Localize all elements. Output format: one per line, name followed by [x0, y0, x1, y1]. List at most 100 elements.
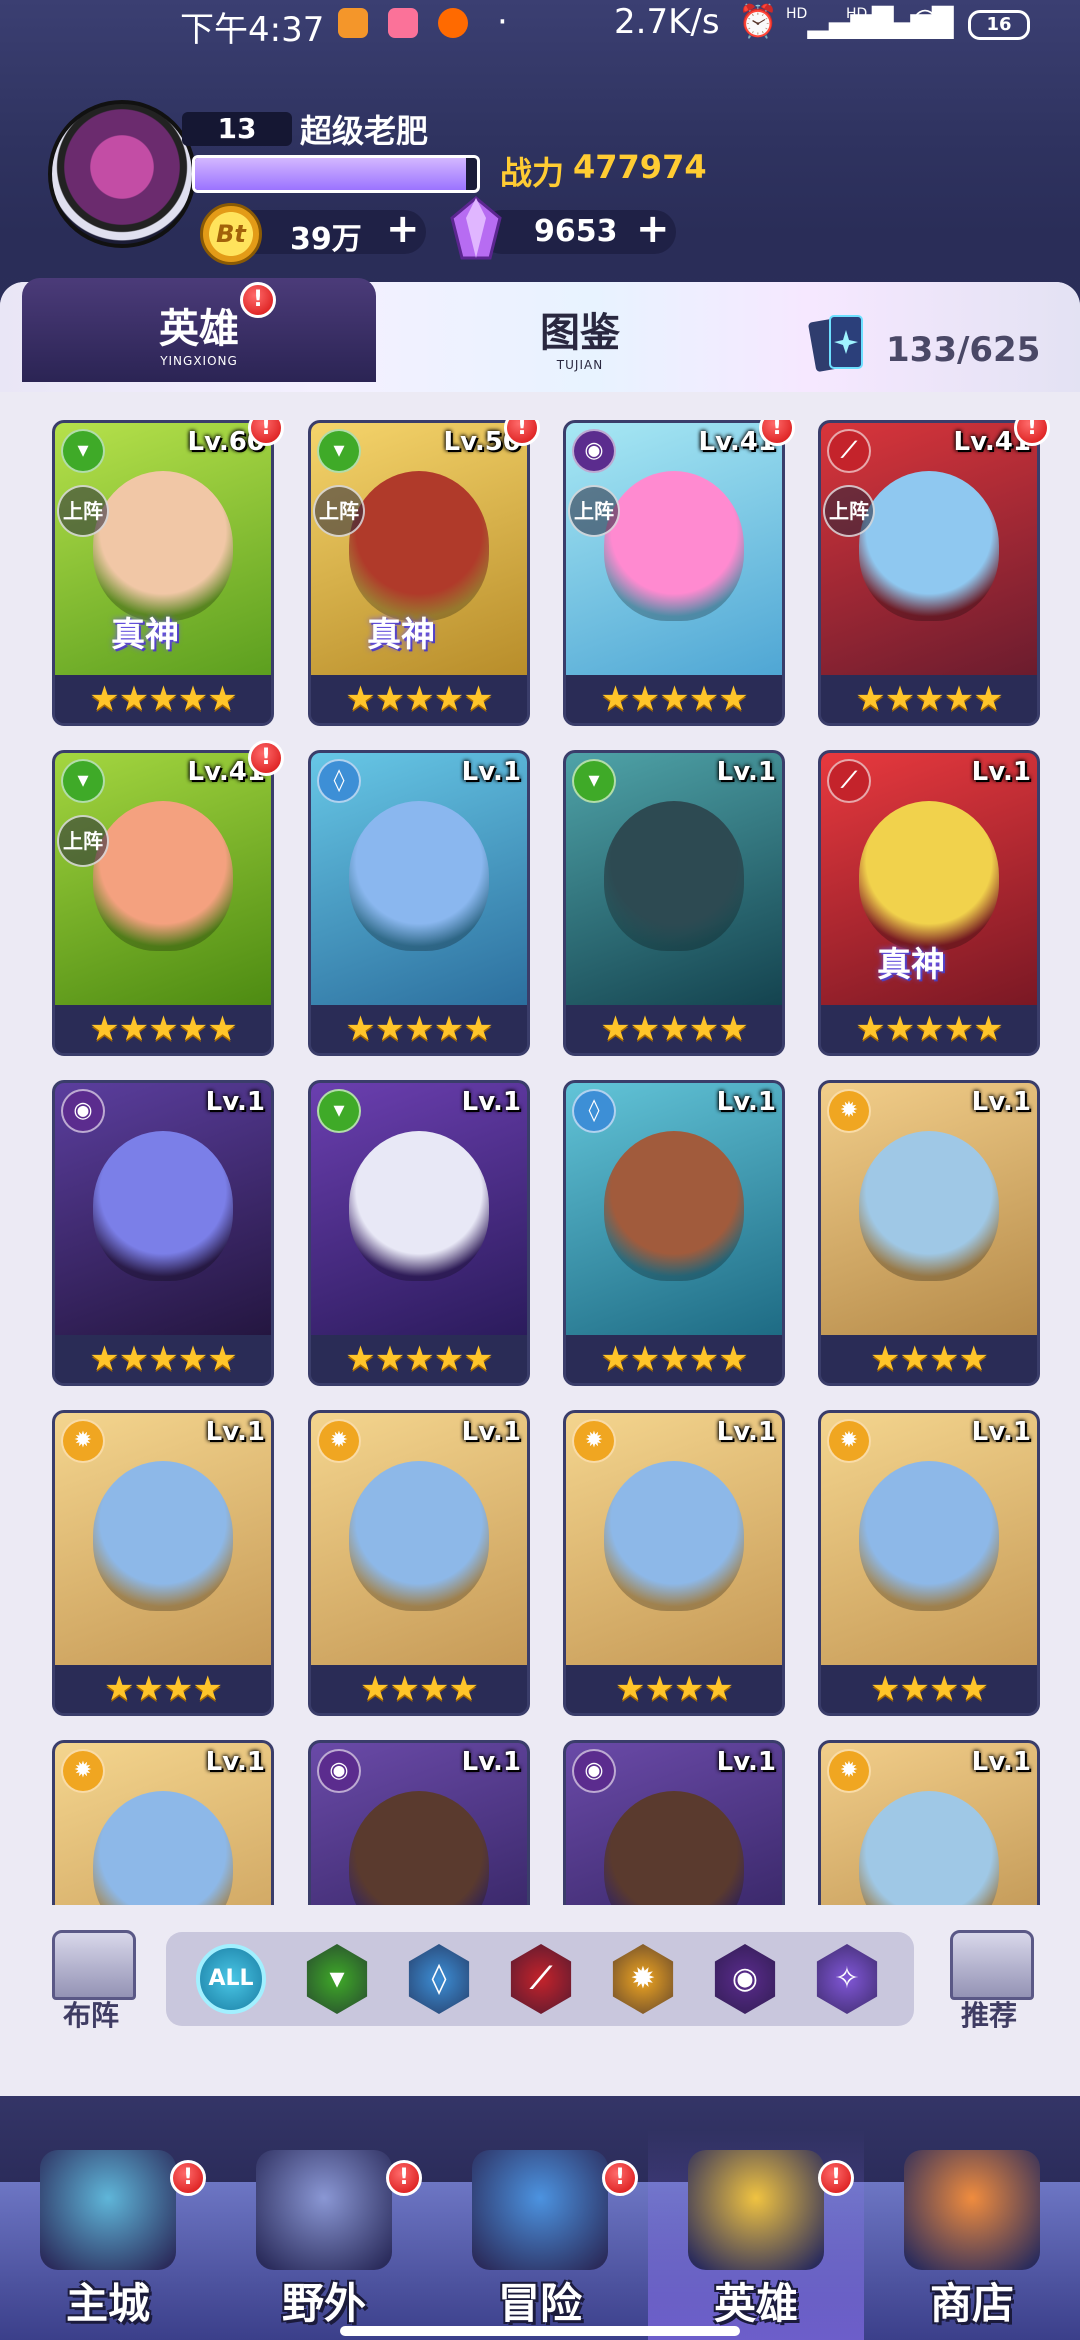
hero-card[interactable]: ✹Lv.1★★★★: [308, 1410, 530, 1716]
hero-card[interactable]: ◊ Lv.1 ★★★★★: [308, 750, 530, 1056]
hero-card[interactable]: ◊ Lv.1 ★★★★★: [563, 1080, 785, 1386]
combat-power-label: 战力: [500, 154, 565, 192]
filter-fire[interactable]: ⟋: [506, 1944, 576, 2014]
combat-power-value: 477974: [573, 148, 707, 186]
player-level: 13: [182, 112, 292, 146]
nav-item-3[interactable]: 英雄!: [648, 2130, 864, 2340]
tab-codex[interactable]: 图鉴 TUJIAN: [430, 282, 730, 386]
status-bar: 下午4:37 · 2.7K/s ⏰ HD▂▄▆█ HD▂▄▆█ ◠ 16: [0, 0, 1080, 50]
card-collection-icon: [808, 315, 863, 372]
hero-figure: [859, 1461, 999, 1611]
filter-all[interactable]: ALL: [196, 1944, 266, 2014]
claw-icon: ⟋: [827, 429, 871, 473]
hero-card[interactable]: ✹Lv.1★★★★: [818, 1410, 1040, 1716]
hero-card[interactable]: ▾ Lv.60 上阵 真神 ★★★★★: [52, 420, 274, 726]
adventure-icon: [472, 2150, 608, 2270]
filter-light[interactable]: ✹: [608, 1944, 678, 2014]
gem-resource: 9653 +: [480, 206, 676, 254]
nav-item-label: 野外: [281, 2279, 366, 2328]
hero-figure: [93, 1461, 233, 1611]
tab-codex-sublabel: TUJIAN: [556, 358, 604, 372]
hero-card[interactable]: ✹Lv.1★★★★: [563, 1410, 785, 1716]
hero-card[interactable]: ▾ Lv.1 ★★★★★: [563, 750, 785, 1056]
thumbs-up-icon: [950, 1930, 1034, 2000]
hero-card[interactable]: ✹Lv.1★★★★: [52, 1740, 274, 1905]
water-drop-icon: ◊: [572, 1089, 616, 1133]
hero-icon: [688, 2150, 824, 2270]
hero-card[interactable]: ▾ Lv.1 ★★★★★: [308, 1080, 530, 1386]
hero-card[interactable]: ✹Lv.1★★★★: [818, 1740, 1040, 1905]
hero-card[interactable]: ▾ Lv.50 上阵 真神 ★★★★★: [308, 420, 530, 726]
notification-badge: !: [240, 282, 276, 318]
filter-all-label: ALL: [196, 1944, 266, 2014]
notification-badge: !: [170, 2160, 206, 2196]
hero-card[interactable]: ✹Lv.1★★★★: [818, 1080, 1040, 1386]
hero-card[interactable]: ◉ Lv.1 ★★★★★: [52, 1080, 274, 1386]
notification-badge: !: [602, 2160, 638, 2196]
leaf-icon: ▾: [61, 429, 105, 473]
formation-button[interactable]: 布阵: [48, 1930, 136, 2032]
alarm-icon: ⏰: [738, 2, 778, 40]
hero-card[interactable]: ⟋ Lv.41 上阵 ★★★★★: [818, 420, 1040, 726]
sun-icon: ✹: [572, 1419, 616, 1463]
status-time: 下午4:37: [180, 10, 325, 50]
hero-level: Lv.1: [461, 1417, 521, 1447]
add-gold-button[interactable]: +: [386, 206, 420, 252]
hero-level: Lv.1: [716, 1747, 776, 1777]
notification-badge: !: [386, 2160, 422, 2196]
hero-card[interactable]: ◉ Lv.41 上阵 ★★★★★: [563, 420, 785, 726]
deployed-badge: 上阵: [568, 485, 620, 537]
hero-level: Lv.1: [461, 757, 521, 787]
network-speed: 2.7K/s: [614, 2, 720, 42]
nav-item-4[interactable]: 商店: [864, 2130, 1080, 2340]
player-avatar[interactable]: [48, 100, 196, 248]
deployed-badge: 上阵: [823, 485, 875, 537]
claw-icon: ⟋: [827, 759, 871, 803]
eye-icon: ◉: [572, 429, 616, 473]
music-app-icon: [338, 8, 368, 38]
xp-bar-fill: [195, 158, 466, 190]
hero-star-rating: ★★★★★: [55, 1005, 271, 1053]
bilibili-app-icon: [388, 8, 418, 38]
leaf-icon: ▾: [572, 759, 616, 803]
city-icon: [40, 2150, 176, 2270]
nav-item-0[interactable]: 主城!: [0, 2130, 216, 2340]
hero-card[interactable]: ◉Lv.1★★★★: [308, 1740, 530, 1905]
hero-card[interactable]: ⟋ Lv.1 真神 ★★★★★: [818, 750, 1040, 1056]
hero-card[interactable]: ◉Lv.1★★★★: [563, 1740, 785, 1905]
hero-star-rating: ★★★★★: [311, 1005, 527, 1053]
hero-figure: [93, 1131, 233, 1281]
hero-figure: [604, 1461, 744, 1611]
hero-figure: [604, 801, 744, 951]
tab-codex-label: 图鉴: [540, 310, 620, 356]
player-name: 超级老肥: [300, 112, 429, 150]
hero-card[interactable]: ✹Lv.1★★★★: [52, 1410, 274, 1716]
recommend-button[interactable]: 推荐: [946, 1930, 1034, 2032]
hero-level: Lv.1: [716, 1087, 776, 1117]
hero-figure: [604, 1791, 744, 1905]
hero-star-rating: ★★★★: [311, 1665, 527, 1713]
sun-icon: ✹: [61, 1749, 105, 1793]
sun-icon: ✹: [827, 1749, 871, 1793]
notification-badge: !: [248, 740, 284, 776]
filter-water[interactable]: ◊: [404, 1944, 474, 2014]
compass-icon: ✧: [816, 1944, 878, 2014]
hero-grid: ▾ Lv.60 上阵 真神 ★★★★★! ▾ Lv.50 上阵 真神 ★★★★★! ◉ Lv.41 上阵…: [0, 420, 1080, 1905]
hero-star-rating: ★★★★★: [311, 675, 527, 723]
nav-item-1[interactable]: 野外!: [216, 2130, 432, 2340]
hero-star-rating: ★★★★★: [311, 1335, 527, 1383]
gem-amount: 9653: [534, 214, 618, 249]
hero-level: Lv.1: [205, 1747, 265, 1777]
hero-level: Lv.1: [971, 1087, 1031, 1117]
filter-arcane[interactable]: ✧: [812, 1944, 882, 2014]
nav-item-label: 英雄: [713, 2279, 798, 2328]
hero-card[interactable]: ▾ Lv.41 上阵 ★★★★★: [52, 750, 274, 1056]
add-gem-button[interactable]: +: [636, 206, 670, 252]
hero-level: Lv.1: [971, 757, 1031, 787]
tab-heroes[interactable]: 英雄 YINGXIONG !: [22, 278, 376, 382]
nav-item-2[interactable]: 冒险!: [432, 2130, 648, 2340]
filter-nature[interactable]: ▾: [302, 1944, 372, 2014]
eye-icon: ◉: [714, 1944, 776, 2014]
filter-dark[interactable]: ◉: [710, 1944, 780, 2014]
hero-star-rating: ★★★★★: [55, 1335, 271, 1383]
